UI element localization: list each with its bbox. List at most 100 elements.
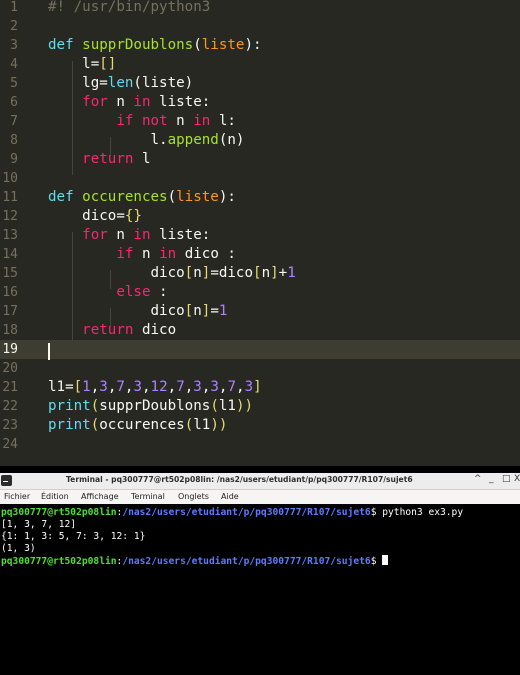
code-text: l=[] — [48, 55, 116, 74]
terminal-prompt-line: pq300777@rt502p08lin:/nas2/users/etudian… — [1, 555, 389, 567]
code-token: dico — [48, 303, 185, 319]
code-token: len — [107, 75, 134, 91]
code-line[interactable]: 1 #! /usr/bin/python3 — [0, 0, 520, 17]
code-line[interactable]: 8 l.append(n) — [0, 131, 520, 150]
minimize-button[interactable]: _ — [489, 474, 494, 484]
menu-fichier[interactable]: Fichier — [4, 492, 30, 501]
maximize-button[interactable]: □ — [502, 474, 511, 484]
code-token: , — [236, 379, 245, 395]
code-token: [ — [184, 265, 194, 281]
code-token: (liste) — [133, 75, 194, 91]
code-line[interactable]: 16 else : — [0, 283, 520, 302]
code-line[interactable]: 12 dico={} — [0, 207, 520, 226]
code-text: dico={} — [48, 207, 142, 226]
text-caret — [48, 343, 50, 360]
code-token: + — [278, 265, 288, 281]
code-line[interactable]: 21 l1=[1,3,7,3,12,7,3,3,7,3] — [0, 378, 520, 397]
code-token: liste — [176, 189, 219, 205]
code-token: ( — [184, 417, 194, 433]
code-token: dico — [48, 265, 185, 281]
code-editor[interactable]: 1 #! /usr/bin/python3 2 3 def supprDoublons(… — [0, 0, 520, 466]
code-token: 3 — [99, 379, 108, 395]
code-token: [ — [253, 265, 262, 281]
code-token: return — [82, 151, 134, 167]
code-line[interactable]: 10 — [0, 169, 520, 188]
terminal-titlebar[interactable]: Terminal - pq300777@rt502p08lin: /nas2/u… — [0, 473, 520, 490]
line-number: 13 — [2, 228, 18, 243]
terminal-window[interactable]: Terminal - pq300777@rt502p08lin: /nas2/u… — [0, 473, 520, 675]
code-line[interactable]: 20 — [0, 359, 520, 378]
code-token: ( — [90, 398, 100, 414]
code-line[interactable]: 2 — [0, 17, 520, 36]
code-line[interactable]: 14 if n in dico : — [0, 245, 520, 264]
code-token: 3 — [244, 379, 254, 395]
code-line[interactable]: 9 return l — [0, 150, 520, 169]
code-token: for — [82, 94, 108, 110]
line-number: 2 — [10, 19, 18, 34]
code-token: 3 — [193, 379, 202, 395]
terminal-output-line: (1, 3) — [1, 543, 36, 554]
line-number: 4 — [10, 57, 18, 72]
code-token: return — [82, 322, 134, 338]
code-line[interactable]: 24 — [0, 435, 520, 454]
line-number: 8 — [10, 133, 18, 148]
terminal-output-area[interactable]: pq300777@rt502p08lin:/nas2/users/etudian… — [0, 504, 520, 675]
code-text: #! /usr/bin/python3 — [48, 0, 210, 17]
code-line[interactable]: 15 dico[n]=dico[n]+1 — [0, 264, 520, 283]
code-token: dico — [133, 322, 177, 338]
menu-affichage[interactable]: Affichage — [81, 492, 119, 501]
code-line[interactable]: 5 lg=len(liste) — [0, 74, 520, 93]
close-button[interactable]: X — [514, 474, 520, 484]
terminal-title: Terminal - pq300777@rt502p08lin: /nas2/u… — [66, 475, 413, 484]
code-token: lg= — [48, 75, 108, 91]
prompt-end: $ — [370, 556, 383, 567]
line-number: 5 — [10, 76, 18, 91]
code-text: print(occurences(l1)) — [48, 416, 227, 435]
line-number: 23 — [2, 418, 18, 433]
prompt-user: pq300777@rt502p08lin — [1, 556, 117, 567]
menu-onglets[interactable]: Onglets — [178, 492, 209, 501]
code-token: l. — [48, 132, 168, 148]
code-line[interactable]: 17 dico[n]=1 — [0, 302, 520, 321]
code-line[interactable]: 7 if not n in l: — [0, 112, 520, 131]
code-line[interactable]: 19 — [0, 340, 520, 359]
prompt-path: /nas2/users/etudiant/p/pq300777/R107/suj… — [122, 556, 371, 567]
terminal-output-line: {1: 1, 3: 5, 7: 3, 12: 1} — [1, 531, 146, 542]
menu-edition[interactable]: Édition — [41, 492, 69, 501]
menu-aide[interactable]: Aide — [221, 492, 239, 501]
line-number: 7 — [10, 114, 18, 129]
code-line[interactable]: 3 def supprDoublons(liste): — [0, 36, 520, 55]
code-text: else : — [48, 283, 167, 302]
code-line[interactable]: 18 return dico — [0, 321, 520, 340]
code-line[interactable]: 13 for n in liste: — [0, 226, 520, 245]
line-number: 16 — [2, 285, 18, 300]
line-number: 18 — [2, 323, 18, 338]
shade-button[interactable]: ^ — [474, 474, 482, 484]
menu-terminal[interactable]: Terminal — [131, 492, 165, 501]
code-token: 7 — [227, 379, 237, 395]
code-token: 1 — [82, 379, 91, 395]
code-line[interactable]: 4 l=[] — [0, 55, 520, 74]
line-number: 3 — [10, 38, 18, 53]
code-token: occurences — [82, 189, 168, 205]
code-token: [ — [73, 379, 83, 395]
code-line[interactable]: 11 def occurences(liste): — [0, 188, 520, 207]
code-text: dico[n]=dico[n]+1 — [48, 264, 295, 283]
code-line[interactable]: 22 print(supprDoublons(l1)) — [0, 397, 520, 416]
code-text: l.append(n) — [48, 131, 244, 150]
code-text: lg=len(liste) — [48, 74, 193, 93]
code-token: append — [167, 132, 219, 148]
code-line[interactable]: 6 for n in liste: — [0, 93, 520, 112]
code-token: ( — [90, 417, 100, 433]
code-token: = — [210, 303, 219, 319]
code-token: if — [116, 246, 134, 262]
code-token: ( — [193, 37, 202, 53]
code-token: ( — [167, 189, 177, 205]
terminal-command: python3 ex3.py — [382, 507, 464, 518]
code-line[interactable]: 23 print(occurences(l1)) — [0, 416, 520, 435]
code-token: , — [184, 379, 194, 395]
code-token: ] — [253, 379, 262, 395]
